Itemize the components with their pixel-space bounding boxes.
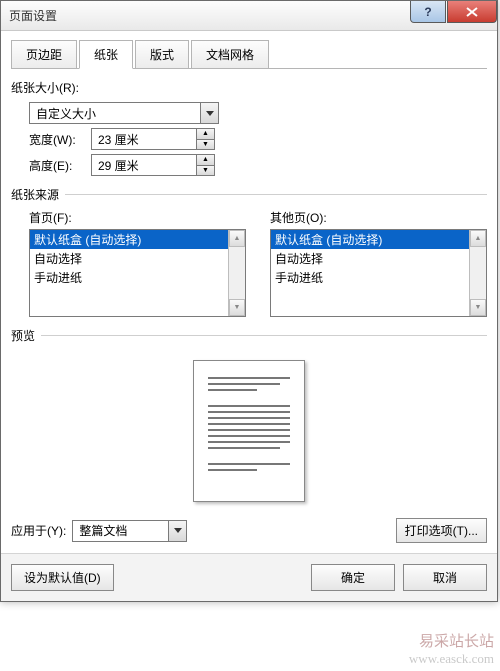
scroll-up-icon[interactable]: ▲ — [229, 230, 245, 247]
scroll-down-icon[interactable]: ▼ — [229, 299, 245, 316]
list-item[interactable]: 手动进纸 — [271, 268, 469, 287]
first-page-label: 首页(F): — [29, 209, 246, 226]
preview-label: 预览 — [11, 327, 35, 344]
scroll-up-icon[interactable]: ▲ — [470, 230, 486, 247]
list-item[interactable]: 默认纸盒 (自动选择) — [271, 230, 469, 249]
spinner-up-icon[interactable]: ▲ — [197, 129, 214, 139]
width-spinner[interactable]: 23 厘米 ▲ ▼ — [91, 128, 215, 150]
height-spinner[interactable]: 29 厘米 ▲ ▼ — [91, 154, 215, 176]
window-buttons: ? — [410, 1, 497, 30]
set-default-button[interactable]: 设为默认值(D) — [11, 564, 114, 591]
height-value: 29 厘米 — [92, 155, 196, 175]
tab-margins[interactable]: 页边距 — [11, 40, 77, 69]
chevron-down-icon — [200, 103, 218, 123]
preview-page — [193, 360, 305, 502]
tab-bar: 页边距 纸张 版式 文档网格 — [11, 39, 487, 69]
scrollbar[interactable]: ▲ ▼ — [228, 230, 245, 316]
chevron-down-icon — [168, 521, 186, 541]
first-page-listbox[interactable]: 默认纸盒 (自动选择) 自动选择 手动进纸 ▲ ▼ — [29, 229, 246, 317]
apply-to-label: 应用于(Y): — [11, 522, 66, 539]
paper-size-label: 纸张大小(R): — [11, 79, 487, 96]
paper-size-value: 自定义大小 — [30, 105, 200, 122]
close-button[interactable] — [447, 1, 497, 23]
spinner-up-icon[interactable]: ▲ — [197, 155, 214, 165]
tab-grid[interactable]: 文档网格 — [191, 40, 269, 69]
watermark: 易采站长站 www.easck.com — [409, 633, 494, 667]
print-options-button[interactable]: 打印选项(T)... — [396, 518, 487, 543]
ok-button[interactable]: 确定 — [311, 564, 395, 591]
titlebar: 页面设置 ? — [1, 1, 497, 31]
spinner-down-icon[interactable]: ▼ — [197, 139, 214, 150]
width-value: 23 厘米 — [92, 129, 196, 149]
dialog-footer: 设为默认值(D) 确定 取消 — [1, 553, 497, 601]
tab-paper[interactable]: 纸张 — [79, 40, 133, 69]
other-pages-label: 其他页(O): — [270, 209, 487, 226]
window-title: 页面设置 — [9, 7, 410, 24]
list-item[interactable]: 手动进纸 — [30, 268, 228, 287]
page-setup-dialog: 页面设置 ? 页边距 纸张 版式 文档网格 纸张大小(R): 自定义大小 — [0, 0, 498, 602]
paper-size-combo[interactable]: 自定义大小 — [29, 102, 219, 124]
width-label: 宽度(W): — [29, 131, 91, 148]
paper-source-label: 纸张来源 — [11, 186, 59, 203]
list-item[interactable]: 自动选择 — [30, 249, 228, 268]
close-icon — [466, 7, 478, 17]
height-label: 高度(E): — [29, 157, 91, 174]
scrollbar[interactable]: ▲ ▼ — [469, 230, 486, 316]
apply-to-combo[interactable]: 整篇文档 — [72, 520, 187, 542]
list-item[interactable]: 默认纸盒 (自动选择) — [30, 230, 228, 249]
dialog-body: 页边距 纸张 版式 文档网格 纸张大小(R): 自定义大小 宽度(W): 23 … — [1, 31, 497, 553]
scroll-down-icon[interactable]: ▼ — [470, 299, 486, 316]
apply-to-value: 整篇文档 — [73, 522, 168, 539]
cancel-button[interactable]: 取消 — [403, 564, 487, 591]
list-item[interactable]: 自动选择 — [271, 249, 469, 268]
preview-area — [11, 350, 487, 510]
help-button[interactable]: ? — [410, 1, 446, 23]
paper-source-section: 纸张来源 — [11, 186, 487, 203]
tab-layout[interactable]: 版式 — [135, 40, 189, 69]
spinner-down-icon[interactable]: ▼ — [197, 165, 214, 176]
other-pages-listbox[interactable]: 默认纸盒 (自动选择) 自动选择 手动进纸 ▲ ▼ — [270, 229, 487, 317]
preview-section: 预览 — [11, 327, 487, 344]
